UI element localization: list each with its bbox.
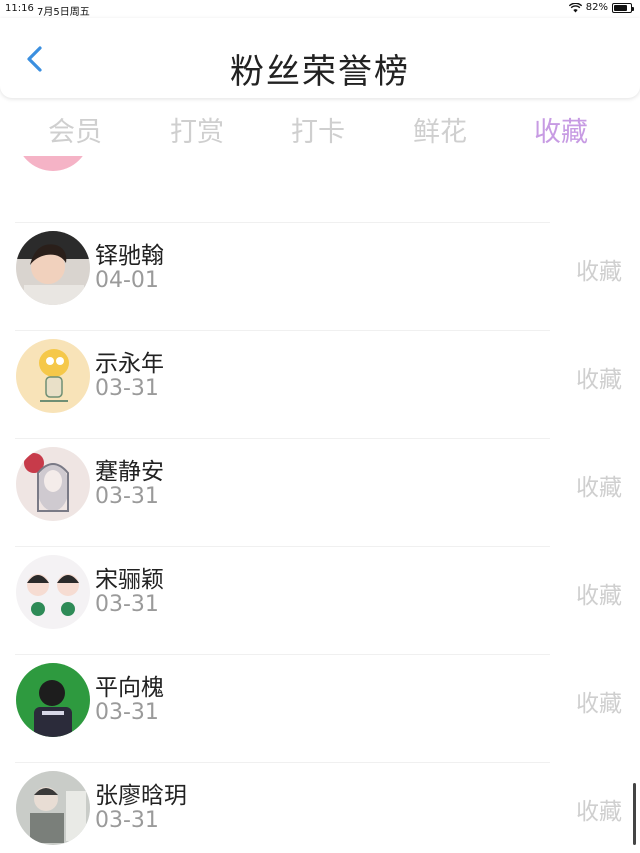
list-item-date: 03-31 — [95, 376, 159, 401]
list-item-date: 03-31 — [95, 484, 159, 509]
favorite-label: 收藏 — [576, 583, 622, 609]
nav-header: 粉丝荣誉榜 — [0, 18, 640, 98]
tab-favorites[interactable]: 收藏 — [534, 110, 588, 149]
page-title: 粉丝荣誉榜 — [230, 52, 410, 92]
list-item-name: 铎驰翰 — [95, 243, 164, 269]
tab-tips[interactable]: 打赏 — [170, 110, 224, 149]
list-item-date: 04-01 — [95, 156, 159, 159]
list-item[interactable]: 蹇静安 03-31 收藏 — [0, 438, 640, 546]
favorite-label: 收藏 — [576, 475, 622, 501]
list-item-date: 03-31 — [95, 700, 159, 725]
divider — [15, 546, 550, 547]
status-time: 11:16 — [5, 3, 34, 14]
list-item-name: 张廖晗玥 — [95, 783, 187, 809]
divider — [15, 438, 550, 439]
list-item-date: 03-31 — [95, 808, 159, 833]
list-item[interactable]: 平向槐 03-31 收藏 — [0, 654, 640, 762]
avatar — [16, 156, 90, 171]
favorite-label: 收藏 — [576, 367, 622, 393]
divider — [15, 654, 550, 655]
scroll-indicator[interactable] — [633, 783, 636, 845]
list-item-name: 示永年 — [95, 351, 164, 377]
divider — [15, 762, 550, 763]
wifi-icon — [568, 2, 582, 12]
list-item[interactable]: 张廖晗玥 03-31 收藏 — [0, 762, 640, 853]
status-date: 7月5日周五 — [37, 7, 90, 18]
tab-flowers[interactable]: 鲜花 — [413, 110, 467, 149]
favorite-label: 收藏 — [576, 799, 622, 825]
status-bar: 11:16 7月5日周五 82% — [0, 0, 640, 18]
tab-membership[interactable]: 会员 — [48, 110, 102, 149]
battery-icon — [612, 2, 634, 13]
divider — [15, 330, 550, 331]
divider — [15, 222, 550, 223]
list-item-date: 04-01 — [95, 268, 159, 293]
list-item-name: 平向槐 — [95, 675, 164, 701]
avatar — [16, 447, 90, 521]
battery-percent: 82% — [585, 2, 608, 13]
fan-list: 04-01 铎驰翰 04-01 收藏 示永年 — [0, 156, 640, 853]
tab-bar: 会员 打赏 打卡 鲜花 收藏 — [0, 104, 640, 150]
list-item[interactable]: 示永年 03-31 收藏 — [0, 330, 640, 438]
list-item[interactable]: 宋骊颖 03-31 收藏 — [0, 546, 640, 654]
avatar — [16, 771, 90, 845]
status-right: 82% — [568, 2, 634, 13]
avatar — [16, 555, 90, 629]
avatar — [16, 231, 90, 305]
list-item[interactable]: 铎驰翰 04-01 收藏 — [0, 222, 640, 330]
avatar — [16, 663, 90, 737]
list-item-date: 03-31 — [95, 592, 159, 617]
tab-checkin[interactable]: 打卡 — [291, 110, 345, 149]
favorite-label: 收藏 — [576, 691, 622, 717]
list-item-name: 宋骊颖 — [95, 567, 164, 593]
list-item-name: 蹇静安 — [95, 459, 164, 485]
avatar — [16, 339, 90, 413]
favorite-label: 收藏 — [576, 259, 622, 285]
list-item[interactable]: 04-01 — [0, 156, 640, 196]
